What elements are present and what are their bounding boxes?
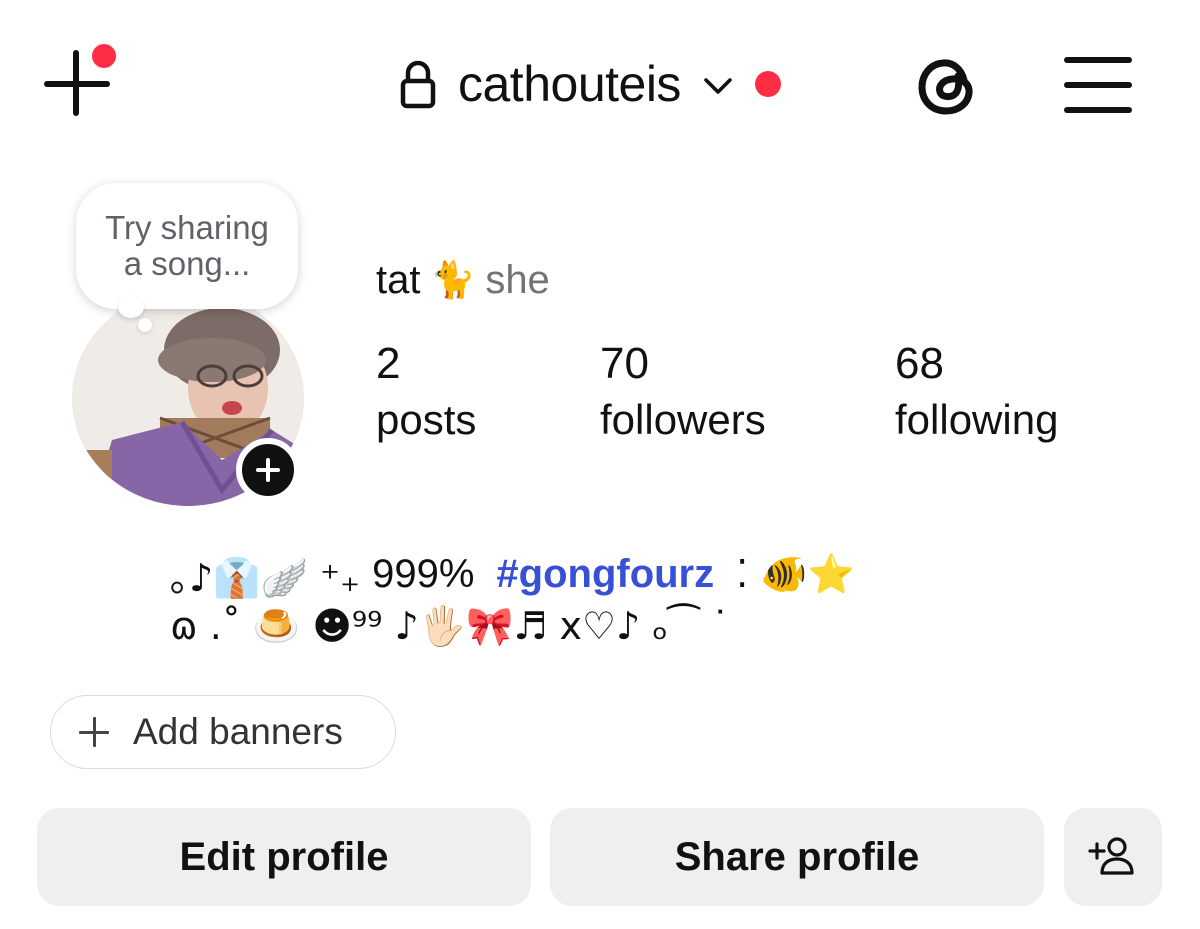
- posts-count: 2 posts: [376, 338, 476, 450]
- notification-dot: [92, 44, 116, 68]
- username: cathouteis: [458, 56, 681, 112]
- followers-label: followers: [600, 396, 766, 443]
- following-value: 68: [895, 339, 944, 388]
- account-switcher[interactable]: cathouteis: [400, 52, 781, 116]
- note-bubble-tail: [118, 296, 144, 318]
- cat-emoji: 🐈: [430, 260, 476, 301]
- threads-icon[interactable]: [912, 50, 984, 122]
- plus-icon: [79, 717, 109, 747]
- hashtag-link[interactable]: #gongfourz: [496, 552, 714, 597]
- posts-label: posts: [376, 396, 477, 443]
- bio-line-1: ｡♪👔🪽 ⁺₊ 999% #gongfourz ⁚ 🐠⭐: [170, 548, 990, 600]
- bio-line-1-prefix: ｡♪👔🪽 ⁺₊: [170, 555, 361, 600]
- profile-page: cathouteis Try sharing a song... tat 🐈 s…: [0, 0, 1200, 929]
- edit-profile-label: Edit profile: [179, 834, 389, 879]
- lock-icon: [400, 60, 436, 109]
- bio: ｡♪👔🪽 ⁺₊ 999% #gongfourz ⁚ 🐠⭐ ɷ .˚ 🍮 ☻⁹⁹ …: [170, 548, 990, 652]
- discover-people-button[interactable]: [1064, 808, 1162, 906]
- bio-line-1-suffix: ⁚ 🐠⭐: [736, 551, 855, 596]
- add-banners-button[interactable]: Add banners: [50, 695, 396, 769]
- note-line-2: a song...: [123, 245, 251, 282]
- add-person-icon: [1088, 837, 1134, 875]
- following-count[interactable]: 68 following: [895, 338, 1058, 450]
- posts-value: 2: [376, 339, 401, 388]
- note-bubble[interactable]: Try sharing a song...: [76, 183, 298, 309]
- note-bubble-tail-small: [138, 318, 152, 332]
- share-profile-label: Share profile: [674, 834, 920, 879]
- edit-profile-button[interactable]: Edit profile: [37, 808, 531, 906]
- account-notification-dot: [754, 71, 781, 97]
- followers-count[interactable]: 70 followers: [600, 338, 766, 450]
- followers-value: 70: [600, 339, 649, 388]
- add-story-button[interactable]: [236, 438, 300, 502]
- bio-line-1-text: 999%: [372, 551, 475, 596]
- hamburger-menu-icon[interactable]: [1064, 55, 1134, 115]
- add-banners-label: Add banners: [133, 711, 343, 752]
- display-name: tat: [376, 257, 421, 302]
- new-post-button[interactable]: [42, 44, 116, 120]
- bio-line-2: ɷ .˚ 🍮 ☻⁹⁹ ♪🖐🏻🎀♬ x♡♪ ₒ⁀ ˙: [170, 600, 990, 652]
- pronouns: she: [485, 257, 550, 302]
- bio-line-2-text: ɷ .˚ 🍮 ☻⁹⁹ ♪🖐🏻🎀♬ x♡♪ ₒ⁀ ˙: [170, 603, 730, 648]
- note-line-1: Try sharing: [105, 209, 269, 246]
- share-profile-button[interactable]: Share profile: [550, 808, 1044, 906]
- following-label: following: [895, 396, 1059, 443]
- chevron-down-icon: [704, 78, 732, 94]
- name-line: tat 🐈 she: [376, 252, 550, 308]
